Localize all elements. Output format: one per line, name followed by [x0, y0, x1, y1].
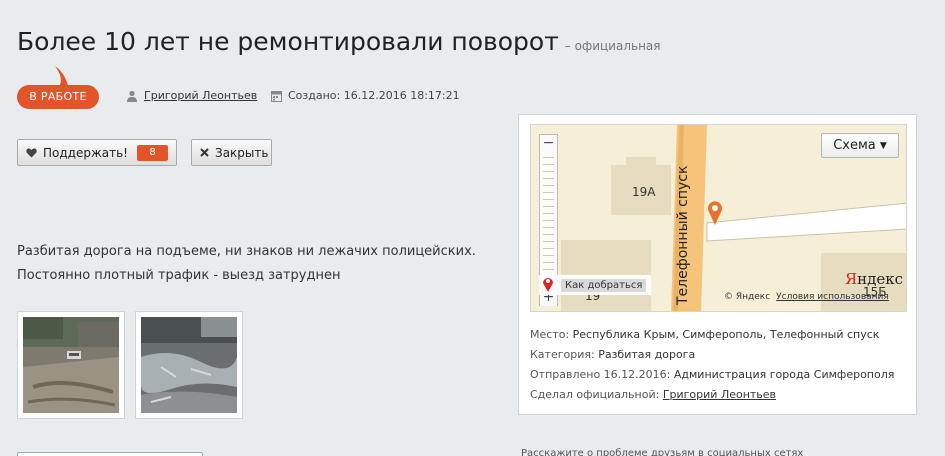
- photo-thumbnail[interactable]: [135, 311, 243, 419]
- close-icon: [200, 148, 209, 157]
- calendar-icon: [271, 90, 282, 102]
- created-meta: Создано: 16.12.2016 18:17:21: [271, 89, 460, 102]
- support-label: Поддержать!: [43, 145, 128, 160]
- official-author-link[interactable]: Григорий Леонтьев: [663, 388, 776, 401]
- page-title-text: Более 10 лет не ремонтировали поворот: [17, 27, 559, 56]
- share-prompt: Расскажите о проблеме друзьям в социальн…: [521, 448, 804, 456]
- route-button[interactable]: Как добраться: [539, 275, 651, 295]
- detail-value: Разбитая дорога: [598, 348, 696, 361]
- detail-key: Категория:: [530, 348, 595, 361]
- comment-field-edge[interactable]: [17, 452, 203, 456]
- logo-letter: Я: [845, 270, 858, 288]
- detail-row-official: Сделал официальной: Григорий Леонтьев: [530, 385, 894, 405]
- map-type-dropdown[interactable]: Схема ▼: [821, 133, 899, 158]
- detail-row-place: Место: Республика Крым, Симферополь, Тел…: [530, 325, 894, 345]
- detail-key: Место:: [530, 328, 570, 341]
- puddle-photo-image: [141, 317, 237, 413]
- copyright-text: © Яндекс: [724, 292, 771, 302]
- map-pin-icon[interactable]: [707, 201, 723, 225]
- detail-row-sent: Отправлено 16.12.2016: Администрация гор…: [530, 365, 894, 385]
- detail-value: Администрация города Симферополя: [673, 368, 895, 381]
- yandex-logo: Яндекс: [845, 270, 903, 288]
- issue-description: Разбитая дорога на подъеме, ни знаков ни…: [17, 240, 476, 288]
- status-badge: В РАБОТЕ: [17, 85, 99, 109]
- user-icon: [127, 90, 137, 102]
- description-line: Разбитая дорога на подъеме, ни знаков ни…: [17, 244, 476, 259]
- map-building-label: 19А: [632, 185, 656, 199]
- author-meta: Григорий Леонтьев: [126, 89, 257, 102]
- issue-details: Место: Республика Крым, Симферополь, Тел…: [530, 325, 894, 405]
- support-button[interactable]: Поддержать! 8: [17, 139, 177, 166]
- map-type-label: Схема: [833, 138, 876, 153]
- page-subtitle: – официальная: [564, 39, 661, 53]
- created-date: Создано: 16.12.2016 18:17:21: [288, 89, 460, 102]
- terms-link[interactable]: Условия использования: [776, 292, 889, 302]
- detail-key: Сделал официальной:: [530, 388, 660, 401]
- map-street-label: Телефонный спуск: [675, 165, 691, 305]
- location-pin-icon: [543, 278, 553, 292]
- detail-row-category: Категория: Разбитая дорога: [530, 345, 894, 365]
- map-widget[interactable]: 19А 19 15Б Телефонный спуск − + Схема ▼ …: [530, 124, 907, 312]
- author-link[interactable]: Григорий Леонтьев: [144, 89, 257, 102]
- photo-thumbnail[interactable]: [17, 311, 125, 419]
- zoom-out-button[interactable]: −: [540, 135, 557, 152]
- detail-key: Отправлено 16.12.2016:: [530, 368, 671, 381]
- route-label: Как добраться: [561, 278, 647, 292]
- status-badge-wrap: В РАБОТЕ: [17, 66, 99, 110]
- support-count-badge: 8: [137, 145, 168, 161]
- logo-rest: ндекс: [857, 270, 904, 288]
- detail-value: Республика Крым, Симферополь, Телефонный…: [572, 328, 880, 341]
- heart-icon: [26, 148, 37, 157]
- road-photo-image: [23, 317, 119, 413]
- map-copyright: © Яндекс Условия использования: [724, 292, 889, 302]
- issue-info-panel: 19А 19 15Б Телефонный спуск − + Схема ▼ …: [518, 114, 917, 415]
- caret-down-icon: ▼: [879, 140, 887, 151]
- close-label: Закрыть: [215, 145, 269, 160]
- page-title: Более 10 лет не ремонтировали поворот – о…: [17, 27, 661, 56]
- description-line: Постоянно плотный трафик - выезд затрудн…: [17, 268, 341, 283]
- close-button[interactable]: Закрыть: [191, 139, 272, 166]
